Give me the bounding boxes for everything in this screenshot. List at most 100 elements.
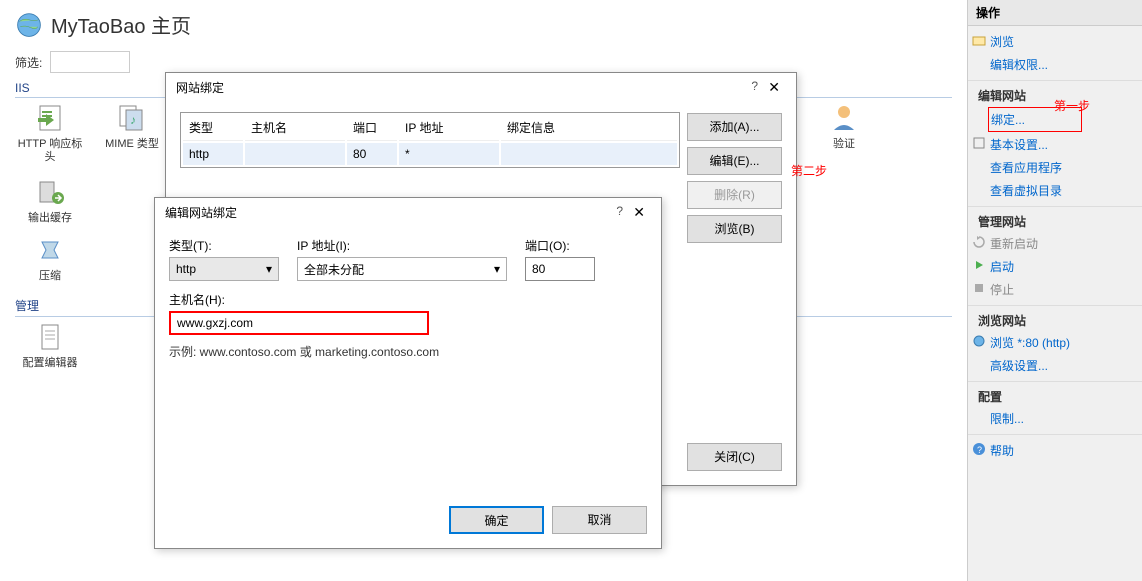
col-type[interactable]: 类型 [183,115,243,141]
host-label: 主机名(H): [169,291,429,308]
browse-site-title: 浏览网站 [968,310,1142,331]
dialog-title-text: 编辑网站绑定 [165,204,237,221]
action-view-vdirs[interactable]: 查看虚拟目录 [968,179,1142,202]
cell-host [245,143,345,165]
stop-icon [972,281,986,295]
action-label: 浏览 [990,33,1014,50]
manage-site-title: 管理网站 [968,211,1142,232]
feature-label: 输出缓存 [28,212,72,225]
action-browse-80[interactable]: 浏览 *:80 (http) [968,331,1142,354]
music-doc-icon: ♪ [116,102,148,134]
cancel-button[interactable]: 取消 [552,506,647,534]
globe-small-icon [972,334,986,348]
cell-port: 80 [347,143,397,165]
ip-label: IP 地址(I): [297,237,507,254]
configure-title: 配置 [968,386,1142,407]
action-basic-settings[interactable]: 基本设置... [968,133,1142,156]
edit-button[interactable]: 编辑(E)... [687,147,782,175]
port-label: 端口(O): [525,237,595,254]
close-icon[interactable]: ✕ [627,204,651,221]
svg-text:?: ? [977,445,982,455]
add-button[interactable]: 添加(A)... [687,113,782,141]
feature-mime[interactable]: ♪ MIME 类型 [97,102,167,164]
cell-info [501,143,677,165]
table-row[interactable]: http 80 * [183,143,677,165]
compression-icon [34,234,66,266]
feature-compression[interactable]: 压缩 [15,234,85,283]
action-label: 编辑权限... [990,56,1048,73]
remove-button: 删除(R) [687,181,782,209]
folder-open-icon [972,33,986,47]
actions-title: 操作 [968,0,1142,26]
feature-http-headers[interactable]: HTTP 响应标头 [15,102,85,164]
type-value: http [176,262,196,276]
bindings-table: 类型 主机名 端口 IP 地址 绑定信息 http 80 * [180,112,680,168]
cell-type: http [183,143,243,165]
action-edit-permissions[interactable]: 编辑权限... [968,53,1142,76]
action-label: 重新启动 [990,235,1038,252]
feature-output-cache[interactable]: 输出缓存 [15,176,85,225]
col-info[interactable]: 绑定信息 [501,115,677,141]
document-arrow-icon [34,102,66,134]
filter-input[interactable] [50,51,130,73]
action-label: 浏览 *:80 (http) [990,334,1070,351]
play-icon [972,258,986,272]
type-dropdown: http ▾ [169,257,279,281]
ip-value: 全部未分配 [304,261,364,278]
help-button[interactable]: ? [751,79,758,93]
help-icon: ? [972,442,986,456]
action-stop[interactable]: 停止 [968,278,1142,301]
feature-label: 验证 [833,138,855,151]
cell-ip: * [399,143,499,165]
document-icon [34,321,66,353]
action-label: 基本设置... [990,136,1048,153]
example-text: 示例: www.contoso.com 或 marketing.contoso.… [169,343,647,360]
feature-label: HTTP 响应标头 [15,138,85,164]
ip-dropdown[interactable]: 全部未分配 ▾ [297,257,507,281]
help-button[interactable]: ? [616,204,623,218]
close-button[interactable]: 关闭(C) [687,443,782,471]
chevron-down-icon: ▾ [494,262,500,276]
col-port[interactable]: 端口 [347,115,397,141]
action-label: 限制... [990,410,1024,427]
action-help[interactable]: ? 帮助 [968,439,1142,462]
restart-icon [972,235,986,249]
col-ip[interactable]: IP 地址 [399,115,499,141]
browse-button[interactable]: 浏览(B) [687,215,782,243]
settings-icon [972,136,986,150]
feature-config-editor[interactable]: 配置编辑器 [15,321,85,370]
port-input[interactable] [525,257,595,281]
action-view-apps[interactable]: 查看应用程序 [968,156,1142,179]
action-label: 启动 [990,258,1014,275]
actions-pane: 操作 浏览 编辑权限... 编辑网站 绑定... 基本设置... 查看应用程序 … [967,0,1142,581]
ok-button[interactable]: 确定 [449,506,544,534]
host-input[interactable] [169,311,429,335]
chevron-down-icon: ▾ [266,262,272,276]
col-host[interactable]: 主机名 [245,115,345,141]
user-icon [828,102,860,134]
globe-icon [15,11,43,39]
server-arrow-icon [34,176,66,208]
page-title: MyTaoBao 主页 [51,10,191,39]
feature-label: MIME 类型 [105,138,159,151]
action-browse[interactable]: 浏览 [968,30,1142,53]
step2-label: 第二步 [791,162,827,179]
action-start[interactable]: 启动 [968,255,1142,278]
dialog-title-text: 网站绑定 [176,79,224,96]
action-advanced[interactable]: 高级设置... [968,354,1142,377]
filter-label: 筛选: [15,54,42,71]
feature-auth[interactable]: 验证 [809,102,879,164]
feature-label: 压缩 [39,270,61,283]
action-label: 查看虚拟目录 [990,182,1062,199]
action-label: 高级设置... [990,357,1048,374]
action-limits[interactable]: 限制... [968,407,1142,430]
type-label: 类型(T): [169,237,279,254]
action-label: 停止 [990,281,1014,298]
close-icon[interactable]: ✕ [762,79,786,96]
svg-text:♪: ♪ [130,113,136,127]
feature-label: 配置编辑器 [23,357,78,370]
action-label: 帮助 [990,442,1014,459]
edit-binding-dialog: 编辑网站绑定 ? ✕ 类型(T): http ▾ IP 地址(I): 全部未分配… [154,197,662,549]
step1-label: 第一步 [1054,97,1090,114]
action-restart[interactable]: 重新启动 [968,232,1142,255]
